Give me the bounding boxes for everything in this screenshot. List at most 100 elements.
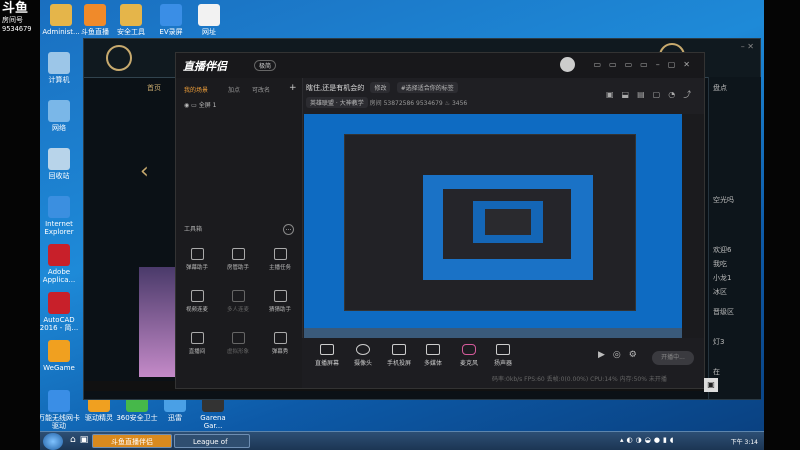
- lol-champion-art: [139, 267, 179, 377]
- camera-icon: [356, 344, 370, 355]
- desktop-icon[interactable]: 网络: [40, 100, 82, 132]
- watermark-sub: 房间号: [2, 16, 23, 24]
- lol-window-controls[interactable]: – ✕: [741, 42, 754, 51]
- screen: 斗鱼 房间号 9534679 Administ... 斗鱼直播 安全工具 EV录…: [0, 0, 800, 450]
- tab-add[interactable]: 加点: [228, 85, 240, 94]
- tool-multi-link[interactable]: 多人连麦: [218, 290, 258, 313]
- category-button[interactable]: 英雄联盟 · 大神教学: [306, 97, 368, 108]
- lol-home-tab[interactable]: 首页: [147, 83, 161, 93]
- desktop-icon-label: WeGame: [43, 364, 75, 372]
- desktop-icon-label: 斗鱼直播: [81, 28, 109, 36]
- screen-button[interactable]: 直播屏幕: [310, 344, 344, 367]
- desktop-icon[interactable]: 回收站: [40, 148, 82, 180]
- lol-side-item: 在: [713, 368, 720, 376]
- desktop-icon-label: EV录屏: [159, 28, 183, 36]
- camera-button[interactable]: 摄像头: [346, 344, 380, 367]
- tab-my-scenes[interactable]: 我的场景: [184, 85, 208, 94]
- phone-cast-icon: [392, 344, 406, 355]
- folder-icon: [50, 4, 72, 26]
- phone-cast-button[interactable]: 手机投屏: [382, 344, 416, 367]
- speaker-button[interactable]: 扬声器: [486, 344, 520, 367]
- tool-danmaku-show[interactable]: 弹幕秀: [260, 332, 300, 355]
- taskbar-item[interactable]: League of Legends: [174, 434, 250, 448]
- avatar[interactable]: [560, 57, 575, 72]
- douyu-icon: [84, 4, 106, 26]
- tool-guess[interactable]: 猜猜助手: [260, 290, 300, 313]
- lol-side-item: 盘点: [713, 84, 727, 92]
- desktop-icon[interactable]: WeGame: [40, 340, 82, 372]
- app-brand: 直播伴侣: [183, 60, 227, 73]
- go-live-button[interactable]: 开播中...: [652, 351, 694, 365]
- lol-side-item: 小龙1: [713, 274, 732, 282]
- desktop-icon[interactable]: AutoCAD 2016 - 简...: [40, 292, 82, 332]
- danmaku-icon: [190, 248, 204, 260]
- lol-side-item: 灯3: [713, 338, 725, 346]
- bottom-tool-label: 多媒体: [423, 360, 442, 367]
- mic-button[interactable]: 麦克风: [452, 344, 486, 367]
- tool-room[interactable]: 直播间: [177, 332, 217, 355]
- room-info: 房间 53872586 9534679: [369, 100, 443, 107]
- screen-icon: [320, 344, 334, 355]
- stats-bar: 码率:0kb/s FPS:60 丢帧:0(0.00%) CPU:14% 内存:5…: [492, 376, 667, 383]
- window-controls[interactable]: ▭▭▭▭–▢✕: [594, 60, 699, 69]
- tool-label: 直播间: [188, 349, 206, 355]
- lol-prev-arrow-icon[interactable]: ‹: [140, 159, 149, 184]
- start-button-icon[interactable]: [43, 433, 63, 450]
- brand-badge[interactable]: 极简: [254, 60, 277, 71]
- watermark-room: 9534679: [2, 25, 32, 33]
- ev-recorder-icon: [160, 4, 182, 26]
- clock[interactable]: 下午 3:14: [731, 437, 758, 446]
- desktop-icon-label: 安全工具: [117, 28, 145, 36]
- scene-item[interactable]: ◉ ▭ 全屏 1: [184, 100, 216, 109]
- left-panel: 我的场景 加点 可改名 + ◉ ▭ 全屏 1 工具箱 … 弹幕助手 房管助手 主…: [176, 78, 303, 388]
- room-icon: [190, 332, 204, 344]
- video-link-icon: [190, 290, 204, 302]
- shield-folder-icon: [120, 4, 142, 26]
- hashtag-button[interactable]: #选择适合你的标签: [396, 82, 458, 93]
- desktop-icon[interactable]: Internet Explorer: [40, 196, 82, 236]
- media-button[interactable]: 多媒体: [416, 344, 450, 367]
- desktop-icon-label: Garena Gar...: [200, 414, 226, 430]
- tool-video-link[interactable]: 视频连麦: [177, 290, 217, 313]
- desktop-icon-label: 网址: [202, 28, 216, 36]
- scene-label: 全屏 1: [198, 102, 217, 109]
- desktop-icon[interactable]: Adobe Applica...: [40, 244, 82, 284]
- desktop-icon[interactable]: 网址: [186, 4, 232, 36]
- eye-icon[interactable]: ◉ ▭: [184, 102, 199, 109]
- tray-icons[interactable]: ▴◐◑◒●▮◖: [620, 436, 677, 444]
- tool-label: 猜猜助手: [268, 307, 291, 313]
- quick-launch-icons[interactable]: ⌂▣: [70, 435, 92, 445]
- taskbar-item[interactable]: 斗鱼直播伴侣: [92, 434, 172, 448]
- bottom-tool-label: 扬声器: [493, 360, 512, 367]
- task-icon: [273, 248, 287, 260]
- tool-label: 多人连麦: [226, 307, 249, 313]
- add-scene-icon[interactable]: +: [289, 83, 297, 93]
- multi-link-icon: [231, 290, 245, 302]
- stream-preview[interactable]: [304, 114, 682, 338]
- tab-rename[interactable]: 可改名: [252, 85, 270, 94]
- preview-nested-desktop-2: [473, 201, 543, 243]
- tool-task[interactable]: 主播任务: [260, 248, 300, 271]
- watermark-logo: 斗鱼: [2, 1, 29, 16]
- preview-taskbar: [304, 328, 682, 338]
- bottom-tool-label: 摄像头: [353, 360, 372, 367]
- header-action-icons[interactable]: ▣⬓▤▢◔⤴: [606, 89, 699, 100]
- edit-title-button[interactable]: 修改: [370, 82, 391, 93]
- bottom-tool-label: 手机投屏: [386, 360, 411, 367]
- streaming-app-window[interactable]: 直播伴侣 极简 ▭▭▭▭–▢✕ 我的场景 加点 可改名 + ◉ ▭ 全屏 1 工…: [175, 52, 705, 389]
- speaker-icon: [496, 344, 510, 355]
- douyu-watermark: 斗鱼 房间号 9534679: [2, 2, 38, 34]
- tool-label: 视频连麦: [185, 307, 208, 313]
- flame-icon: ♨: [444, 100, 452, 107]
- tool-admin[interactable]: 房管助手: [218, 248, 258, 271]
- record-settings-icons[interactable]: ▶◎⚙: [598, 350, 645, 360]
- preview-right-bar: [682, 114, 704, 338]
- desktop-icon[interactable]: 计算机: [40, 52, 82, 84]
- tool-danmaku[interactable]: 弹幕助手: [177, 248, 217, 271]
- stream-info-row: 英雄联盟 · 大神教学 房间 53872586 9534679 ♨ 3456: [306, 97, 467, 108]
- tool-avatar[interactable]: 虚拟形象: [218, 332, 258, 355]
- admin-icon: [231, 248, 245, 260]
- desktop-icon-label: 回收站: [48, 172, 70, 180]
- more-icon[interactable]: …: [283, 224, 294, 235]
- lol-corner-icon[interactable]: ▣: [704, 378, 718, 392]
